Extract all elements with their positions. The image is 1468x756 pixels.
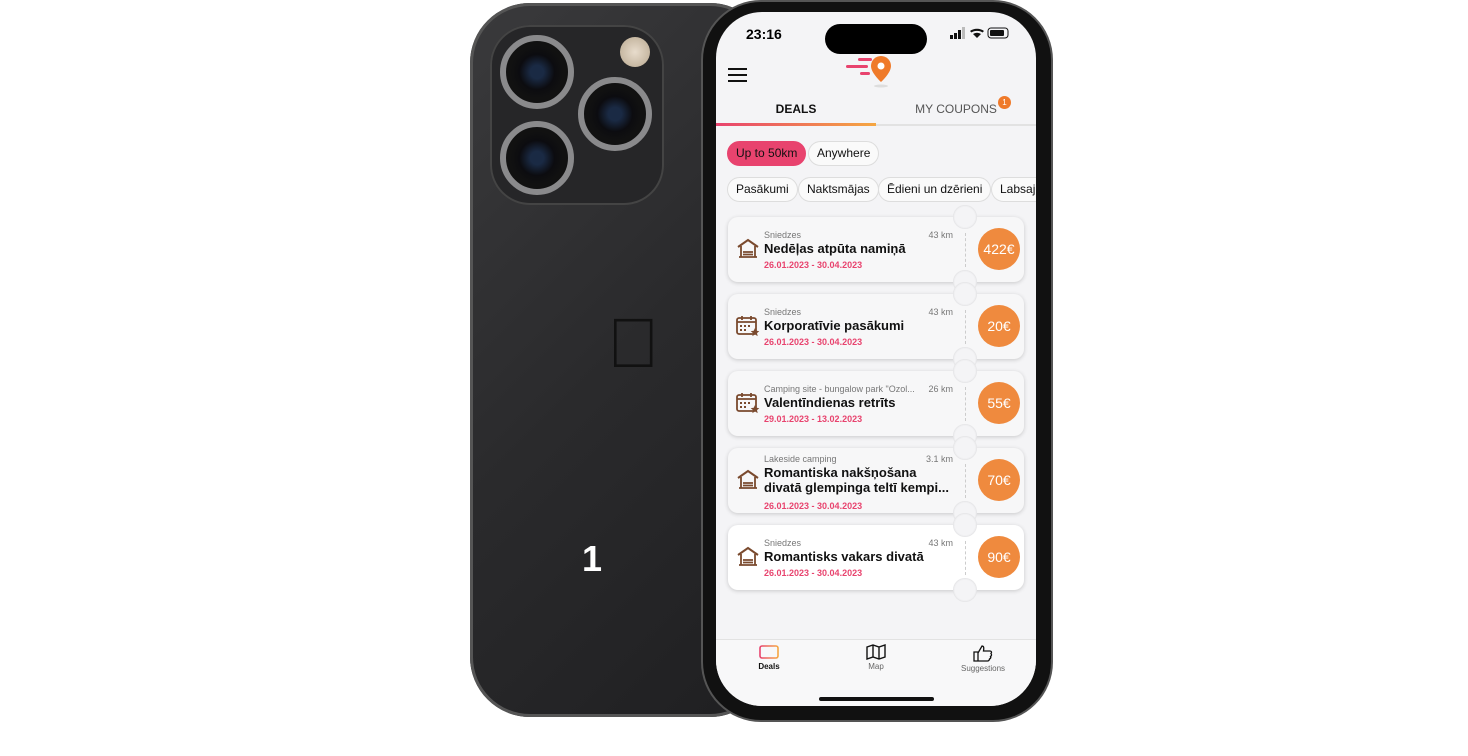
category-labsajuta[interactable]: Labsaj (991, 177, 1036, 202)
status-time: 23:16 (746, 26, 782, 42)
deal-title: Valentīndienas retrīts (764, 395, 896, 410)
nav-suggestions[interactable]: Suggestions (930, 644, 1036, 673)
deal-card[interactable]: Sniedzes 43 km Korporatīvie pasākumi 26.… (728, 282, 1024, 371)
deal-price: 90€ (978, 536, 1020, 578)
tab-deals[interactable]: DEALS (716, 102, 876, 116)
deal-price: 70€ (978, 459, 1020, 501)
ticket-divider (965, 464, 966, 498)
deal-location: Sniedzes (764, 307, 802, 317)
tab-my-coupons[interactable]: MY COUPONS (876, 102, 1036, 116)
status-icons (950, 27, 1010, 42)
deal-location: Sniedzes (764, 230, 802, 240)
category-pasakumi[interactable]: Pasākumi (727, 177, 798, 202)
category-naktsmajas[interactable]: Naktsmājas (798, 177, 879, 202)
thumbs-up-icon (973, 645, 993, 662)
filter-up-to-50km[interactable]: Up to 50km (727, 141, 807, 166)
apple-logo-icon:  (607, 303, 660, 383)
deal-dates: 26.01.2023 - 30.04.2023 (764, 568, 863, 578)
deal-card[interactable]: Camping site - bungalow park "Ozol... 26… (728, 359, 1024, 448)
deal-distance: 43 km (928, 538, 953, 548)
home-indicator (819, 697, 934, 701)
deal-distance: 3.1 km (925, 454, 953, 464)
deal-dates: 26.01.2023 - 30.04.2023 (764, 337, 863, 347)
coupons-badge: 1 (998, 96, 1011, 109)
camera-lens-icon (500, 35, 574, 109)
deal-dates: 26.01.2023 - 30.04.2023 (764, 260, 863, 270)
deal-price: 422€ (978, 228, 1020, 270)
house-icon (736, 468, 760, 492)
ticket-notch (953, 513, 977, 537)
ticket-notch (953, 359, 977, 383)
deal-card[interactable]: Lakeside camping 3.1 km Romantiska nakšņ… (728, 436, 1024, 525)
deal-title: Korporatīvie pasākumi (764, 318, 905, 333)
nav-map[interactable]: Map (823, 644, 929, 671)
deal-location: Camping site - bungalow park "Ozol... (764, 384, 915, 394)
ticket-notch (953, 436, 977, 460)
deal-distance: 43 km (928, 307, 953, 317)
ticket-notch (953, 205, 977, 229)
ticket-divider (965, 541, 966, 575)
camera-lens-icon (578, 77, 652, 151)
ticket-notch (953, 578, 977, 602)
nav-suggestions-label: Suggestions (960, 664, 1006, 673)
deal-dates: 26.01.2023 - 30.04.2023 (764, 501, 863, 511)
deal-distance: 43 km (928, 230, 953, 240)
card-icon (759, 645, 779, 659)
ticket-notch (953, 282, 977, 306)
app-logo-icon (846, 56, 891, 88)
ticket-divider (965, 387, 966, 421)
filter-anywhere[interactable]: Anywhere (808, 141, 880, 166)
camera-module (490, 25, 664, 205)
nav-deals-label: Deals (758, 662, 780, 671)
category-edieni[interactable]: Ēdieni un dzērieni (878, 177, 992, 202)
deal-dates: 29.01.2023 - 13.02.2023 (764, 414, 863, 424)
calendar-star-icon (736, 314, 760, 338)
deal-price: 20€ (978, 305, 1020, 347)
ticket-divider (965, 310, 966, 344)
house-icon (736, 545, 760, 569)
nav-deals[interactable]: Deals (716, 644, 822, 671)
device-label: 1 (582, 538, 603, 579)
camera-lens-icon (500, 121, 574, 195)
deal-title: Romantisks vakars divatā (764, 549, 924, 564)
app-screen: 23:16 DEALS MY COUPONS 1 Up to 50km Anyw… (716, 12, 1036, 706)
deal-title: Romantiska nakšņošana divatā glempinga t… (764, 465, 949, 495)
bottom-nav: Deals Map Suggestions (716, 639, 1036, 706)
deal-price: 55€ (978, 382, 1020, 424)
tab-bar: DEALS MY COUPONS (716, 98, 1036, 126)
flash-icon (620, 37, 650, 67)
house-icon (736, 237, 760, 261)
dynamic-island (825, 24, 927, 54)
deal-card[interactable]: Sniedzes 43 km Nedēļas atpūta namiņā 26.… (728, 205, 1024, 294)
hamburger-menu-icon[interactable] (728, 64, 747, 86)
ticket-divider (965, 233, 966, 267)
calendar-star-icon (736, 391, 760, 415)
active-tab-indicator (716, 123, 876, 126)
nav-map-label: Map (868, 662, 884, 671)
deal-location: Sniedzes (764, 538, 802, 548)
deal-card[interactable]: Sniedzes 43 km Romantisks vakars divatā … (728, 513, 1024, 602)
deal-title: Nedēļas atpūta namiņā (764, 241, 906, 256)
deal-distance: 26 km (928, 384, 953, 394)
map-icon (866, 644, 886, 660)
